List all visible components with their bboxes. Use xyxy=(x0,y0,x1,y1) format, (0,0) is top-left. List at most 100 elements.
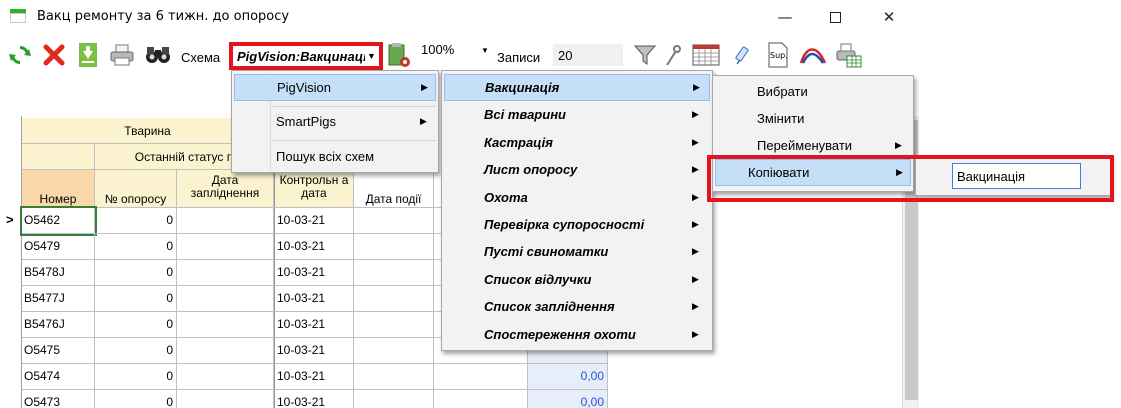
sup-button[interactable]: Sup. xyxy=(764,40,792,70)
cell-event-date[interactable] xyxy=(354,208,434,234)
cell-number[interactable]: O5462 xyxy=(20,206,97,236)
menu-item-label: SmartPigs xyxy=(276,114,336,129)
cell-number[interactable]: O5479 xyxy=(22,234,95,260)
cell-insemination-date[interactable] xyxy=(177,390,274,408)
cell-farrowing[interactable]: 0 xyxy=(95,312,177,338)
cell-control-date[interactable]: 10-03-21 xyxy=(274,234,354,260)
menu-item-scheme[interactable]: Список запліднення ▶ xyxy=(444,293,710,320)
cell-farrowing[interactable]: 0 xyxy=(95,338,177,364)
calendar-button[interactable] xyxy=(690,40,722,70)
zoom-value[interactable]: 100% xyxy=(421,42,454,57)
menu-item-label: Всі тварини xyxy=(484,107,566,123)
cell-farrowing[interactable]: 0 xyxy=(95,208,177,234)
scheme-dropdown[interactable]: PigVision:Вакцинація ▼ xyxy=(229,42,383,70)
menu-item-scheme[interactable]: Всі тварини ▶ xyxy=(444,101,710,128)
cell-control-date[interactable]: 10-03-21 xyxy=(274,286,354,312)
close-button[interactable]: ✕ xyxy=(866,0,912,34)
cell-event-date[interactable] xyxy=(354,234,434,260)
cell-event-date[interactable] xyxy=(354,390,434,408)
find-button[interactable] xyxy=(142,40,174,70)
refresh-icon xyxy=(9,46,31,64)
cell-control-date[interactable]: 10-03-21 xyxy=(274,260,354,286)
cell-farrowing[interactable]: 0 xyxy=(95,234,177,260)
cell-number[interactable]: B5478J xyxy=(22,260,95,286)
curve-chart-button[interactable] xyxy=(798,40,828,70)
cell-control-date[interactable]: 10-03-21 xyxy=(274,390,354,408)
minimize-icon: — xyxy=(777,8,793,26)
menu-item-label: Охота xyxy=(484,189,528,205)
cell-event-date[interactable] xyxy=(354,260,434,286)
cell-farrowing[interactable]: 0 xyxy=(95,286,177,312)
cell-control-date[interactable]: 10-03-21 xyxy=(274,208,354,234)
column-header-insemination-date[interactable]: Дата запліднення xyxy=(177,170,274,208)
menu-item-scheme[interactable]: Охота ▶ xyxy=(444,184,710,211)
menu-item-edit[interactable]: Змінити xyxy=(715,105,911,132)
filter-button[interactable] xyxy=(632,40,658,70)
cell-insemination-date[interactable] xyxy=(177,260,274,286)
scheme-settings-button[interactable] xyxy=(385,40,413,70)
print-table-button[interactable] xyxy=(834,40,864,70)
cell-control-date[interactable]: 10-03-21 xyxy=(274,364,354,390)
cell-farrowing[interactable]: 0 xyxy=(95,364,177,390)
menu-item-search-all-schemes[interactable]: Пошук всіх схем xyxy=(234,143,436,170)
syringe-button[interactable] xyxy=(730,40,756,70)
menu-item-scheme[interactable]: Лист опоросу ▶ xyxy=(444,156,710,183)
cell-extra[interactable] xyxy=(434,390,528,408)
cell-insemination-date[interactable] xyxy=(177,208,274,234)
menu-item-pigvision[interactable]: PigVision ▶ xyxy=(234,74,436,101)
menu-item-scheme[interactable]: Спостереження охоти ▶ xyxy=(444,321,710,348)
cell-farrowing[interactable]: 0 xyxy=(95,260,177,286)
menu-item-scheme[interactable]: Вакцинація ▶ xyxy=(444,74,710,101)
delete-button[interactable] xyxy=(40,40,68,70)
cell-farrowing[interactable]: 0 xyxy=(95,390,177,408)
chevron-right-icon: ▶ xyxy=(692,246,699,257)
column-header-event-date[interactable]: Дата події xyxy=(354,170,434,208)
menu-item-select[interactable]: Вибрати xyxy=(715,78,911,105)
menu-item-label: Спостереження охоти xyxy=(484,326,636,342)
cell-event-date[interactable] xyxy=(354,286,434,312)
cell-number[interactable]: B5476J xyxy=(22,312,95,338)
menu-item-scheme[interactable]: Кастрація ▶ xyxy=(444,129,710,156)
cell-event-date[interactable] xyxy=(354,312,434,338)
menu-separator xyxy=(272,140,436,141)
column-header-farrowing[interactable]: № опоросу xyxy=(95,170,177,208)
records-input[interactable]: 20 xyxy=(553,44,623,66)
cell-value[interactable]: 0,00 xyxy=(528,364,608,390)
cell-number[interactable]: O5475 xyxy=(22,338,95,364)
close-icon: ✕ xyxy=(882,8,896,26)
cell-value[interactable]: 0,00 xyxy=(528,390,608,408)
cell-insemination-date[interactable] xyxy=(177,312,274,338)
menu-item-scheme[interactable]: Список відлучки ▶ xyxy=(444,266,710,293)
cell-extra[interactable] xyxy=(434,364,528,390)
maximize-button[interactable] xyxy=(812,0,858,34)
cell-insemination-date[interactable] xyxy=(177,338,274,364)
cell-insemination-date[interactable] xyxy=(177,234,274,260)
column-header-number[interactable]: Номер xyxy=(22,170,95,208)
print-button[interactable] xyxy=(108,40,136,70)
menu-item-smartpigs[interactable]: SmartPigs ▶ xyxy=(234,108,436,135)
cell-number[interactable]: O5473 xyxy=(22,390,95,408)
export-button[interactable] xyxy=(74,40,102,70)
menu-item-label: Пусті свиноматки xyxy=(484,244,609,260)
cell-control-date[interactable]: 10-03-21 xyxy=(274,338,354,364)
cell-event-date[interactable] xyxy=(354,364,434,390)
menu-item-scheme[interactable]: Перевірка супоросності ▶ xyxy=(444,211,710,238)
download-icon xyxy=(79,43,97,67)
zoom-dropdown-icon[interactable]: ▼ xyxy=(481,46,489,55)
scheme-label: Схема xyxy=(181,50,221,65)
tools-button[interactable] xyxy=(662,40,684,70)
menu-item-scheme[interactable]: Пусті свиноматки ▶ xyxy=(444,238,710,265)
cell-number[interactable]: O5474 xyxy=(22,364,95,390)
cell-insemination-date[interactable] xyxy=(177,364,274,390)
sup-document-icon: Sup. xyxy=(768,42,788,68)
binoculars-icon xyxy=(146,47,170,63)
cell-control-date[interactable]: 10-03-21 xyxy=(274,312,354,338)
cell-insemination-date[interactable] xyxy=(177,286,274,312)
cell-number[interactable]: B5477J xyxy=(22,286,95,312)
cell-event-date[interactable] xyxy=(354,338,434,364)
refresh-button[interactable] xyxy=(6,40,34,70)
minimize-button[interactable]: — xyxy=(762,0,808,34)
app-icon xyxy=(10,9,26,23)
column-header-control-date[interactable]: Контрольн а дата xyxy=(274,170,354,208)
menu-item-label: Список відлучки xyxy=(484,271,592,287)
